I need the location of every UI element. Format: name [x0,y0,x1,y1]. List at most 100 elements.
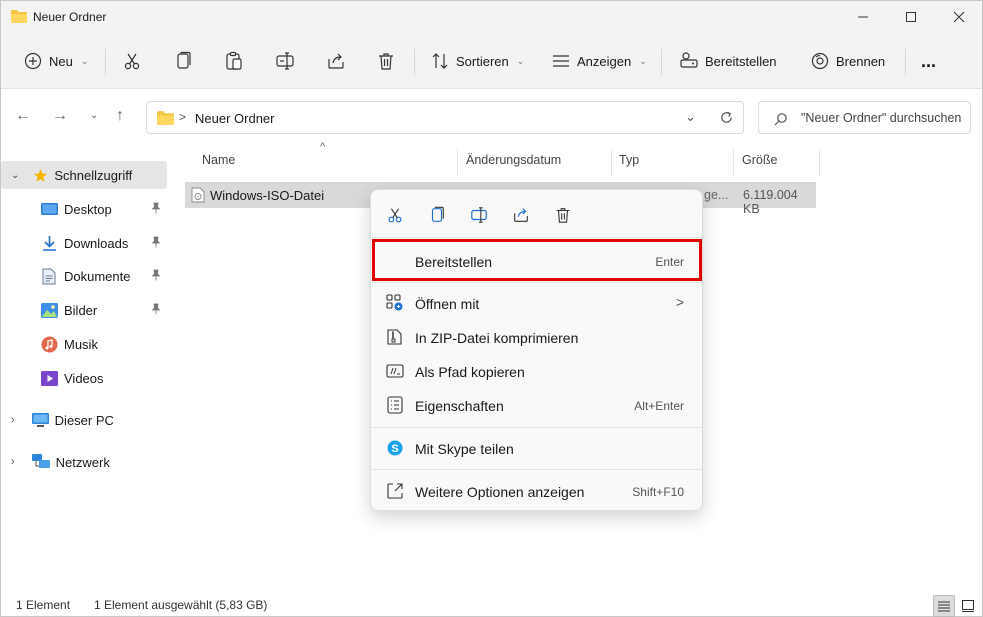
more-icon: ... [921,50,937,71]
more-options-button[interactable]: ... [921,43,936,79]
minimize-icon [858,16,868,18]
clipboard-icon [226,51,242,70]
share-icon [514,208,528,222]
tiles-view-button[interactable] [957,595,979,617]
context-rename-button[interactable] [467,204,491,226]
status-item-count: 1 Element [16,598,71,612]
sidebar-item-downloads[interactable]: Downloads [1,229,167,257]
submenu-chevron-icon: > [675,294,684,310]
menu-divider [371,469,702,470]
chevron-down-icon: ⌄ [516,55,525,66]
file-name[interactable]: Windows-ISO-Datei [210,188,324,203]
menu-divider [371,282,702,283]
recent-chevron-icon[interactable]: ⌄ [90,110,98,121]
folder-icon [157,111,174,125]
address-bar[interactable]: > Neuer Ordner ⌄ [146,101,744,134]
properties-icon [387,396,403,414]
sidebar-item-pictures[interactable]: Bilder [1,296,167,324]
explorer-window: Neuer Ordner Neu ⌄ Sortieren ⌄ Anzeigen … [0,0,983,617]
title-bar: Neuer Ordner [1,1,982,33]
close-icon [953,11,965,23]
window-title: Neuer Ordner [33,10,107,24]
download-arrow-icon [43,236,56,251]
breadcrumb-separator: > [179,110,187,124]
sort-icon [432,53,448,69]
up-arrow-icon[interactable]: ↑ [116,107,124,125]
expand-chevron-icon[interactable]: ⌄ [11,170,19,181]
network-icon [31,454,50,468]
computer-icon [31,412,49,427]
column-header-date[interactable]: Änderungsdatum [466,153,561,167]
forward-arrow-icon[interactable]: → [52,107,68,125]
menu-item-copy-path[interactable]: Als Pfad kopieren [375,355,698,387]
back-arrow-icon[interactable]: ← [15,107,31,125]
cut-button[interactable] [122,43,142,79]
delete-button[interactable] [376,43,396,79]
menu-divider [371,427,702,428]
pin-icon [151,202,161,214]
breadcrumb-folder[interactable]: Neuer Ordner [195,111,274,126]
document-icon [42,268,56,284]
shortcut-label: Shift+F10 [632,485,684,499]
share-button[interactable] [326,43,346,79]
search-box[interactable]: "Neuer Ordner" durchsuchen [758,101,971,134]
sidebar-item-documents[interactable]: Dokumente [1,262,167,290]
column-divider[interactable] [819,149,820,175]
trash-icon [379,53,393,70]
column-divider[interactable] [733,149,734,175]
pin-icon [151,303,161,315]
maximize-button[interactable] [887,1,935,33]
svg-text:S: S [391,443,398,455]
navigation-pane: ⌄ Schnellzugriff Desktop Downloads Dokum… [1,149,169,589]
view-button[interactable]: Anzeigen ⌄ [551,43,647,79]
sidebar-item-quick-access[interactable]: ⌄ Schnellzugriff [1,161,167,189]
context-copy-button[interactable] [425,204,449,226]
menu-item-properties[interactable]: Eigenschaften Alt+Enter [375,389,698,421]
mount-button[interactable]: Bereitstellen [679,43,777,79]
burn-button[interactable]: Brennen [810,43,885,79]
menu-item-zip[interactable]: In ZIP-Datei komprimieren [375,321,698,353]
sidebar-item-videos[interactable]: Videos [1,364,167,392]
sidebar-item-music[interactable]: Musik [1,330,167,358]
column-header-size[interactable]: Größe [742,153,777,167]
context-delete-button[interactable] [551,204,575,226]
music-icon [41,336,58,352]
pin-icon [151,236,161,248]
context-cut-button[interactable] [383,204,407,226]
context-share-button[interactable] [509,204,533,226]
sidebar-item-network[interactable]: › Netzwerk [1,448,167,476]
close-button[interactable] [935,1,983,33]
copy-path-icon [386,364,404,378]
expand-chevron-icon[interactable]: › [11,456,15,468]
paste-button[interactable] [224,43,244,79]
new-button[interactable]: Neu ⌄ [23,43,88,79]
rename-button[interactable] [275,43,295,79]
refresh-icon[interactable] [719,110,734,125]
rename-icon [471,207,487,223]
divider [105,49,106,75]
disc-icon [811,52,829,70]
command-bar: Neu ⌄ Sortieren ⌄ Anzeigen ⌄ Bereitstell… [1,33,982,89]
pictures-icon [41,302,58,318]
column-divider[interactable] [611,149,612,175]
copy-button[interactable] [173,43,193,79]
sidebar-item-this-pc[interactable]: › Dieser PC [1,406,167,434]
address-dropdown-icon[interactable]: ⌄ [685,109,696,125]
sidebar-item-desktop[interactable]: Desktop [1,195,167,223]
divider [905,49,906,75]
expand-chevron-icon[interactable]: › [11,414,15,426]
column-header-type[interactable]: Typ [619,153,639,167]
menu-item-skype-share[interactable]: S Mit Skype teilen [375,432,698,464]
menu-item-open-with[interactable]: Öffnen mit > [375,287,698,319]
sort-button[interactable]: Sortieren ⌄ [430,43,524,79]
menu-item-more-options[interactable]: Weitere Optionen anzeigen Shift+F10 [375,475,698,507]
search-icon [774,113,787,126]
minimize-button[interactable] [839,1,887,33]
more-options-icon [387,483,403,499]
details-view-button[interactable] [933,595,955,617]
divider [661,49,662,75]
disc-image-file-icon [191,187,205,203]
divider [414,49,415,75]
column-divider[interactable] [457,149,458,175]
column-header-name[interactable]: Name [202,153,235,167]
